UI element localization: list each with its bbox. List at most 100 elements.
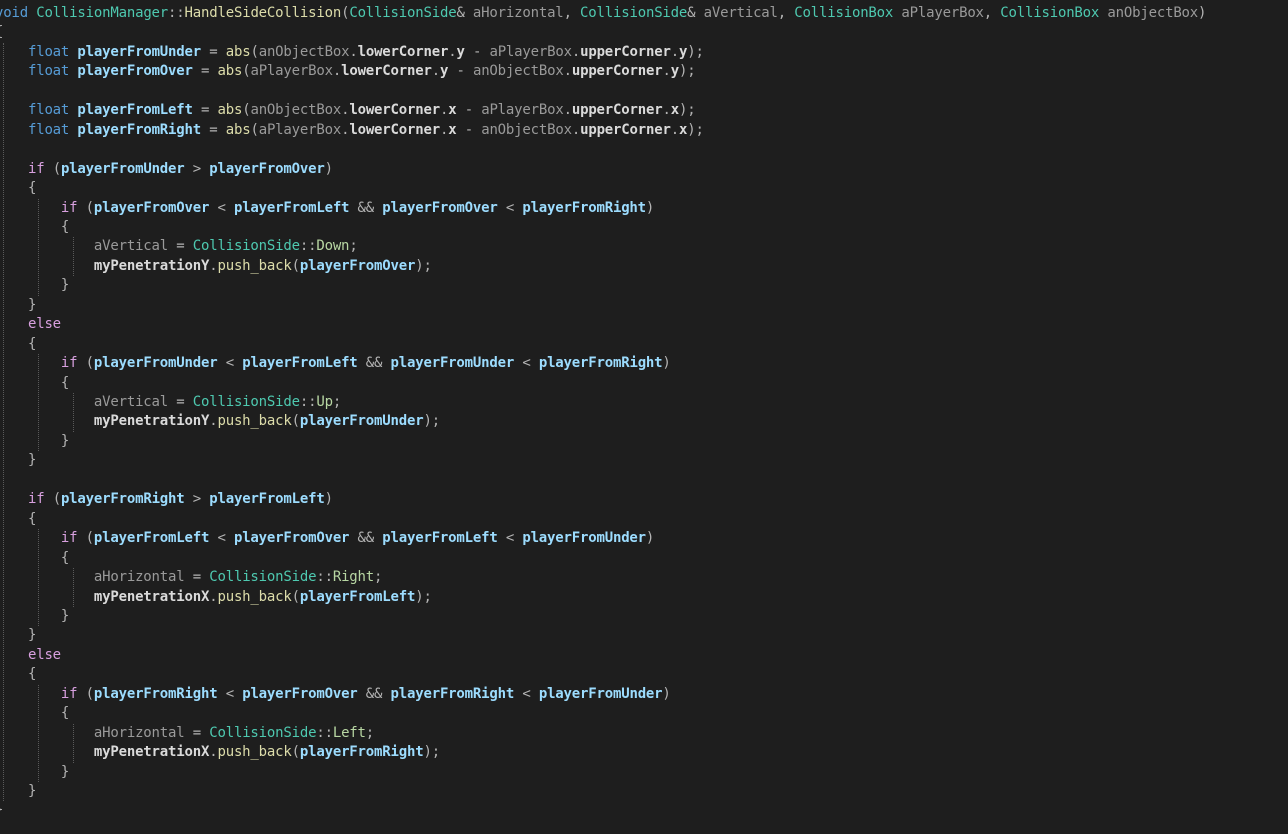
punctuation-token: ,: [983, 5, 1001, 21]
code-line[interactable]: if (playerFromUnder < playerFromLeft && …: [0, 354, 671, 373]
member-token: myPenetrationX: [93, 744, 210, 761]
variable-token: playerFromRight: [93, 685, 218, 702]
code-editor[interactable]: void CollisionManager::HandleSideCollisi…: [0, 0, 1288, 834]
code-line[interactable]: myPenetrationY.push_back(playerFromUnder…: [0, 412, 440, 431]
function-token: abs: [217, 63, 243, 80]
code-line[interactable]: float playerFromOver = abs(aPlayerBox.lo…: [0, 62, 696, 81]
punctuation-token: );: [678, 63, 696, 80]
code-line[interactable]: }: [0, 626, 36, 645]
variable-token: playerFromUnder: [538, 685, 663, 702]
member-token: y: [670, 63, 679, 80]
code-line[interactable]: else: [0, 646, 61, 665]
punctuation-token: );: [415, 588, 432, 605]
punctuation-token: [0, 725, 94, 741]
punctuation-token: {: [27, 335, 37, 352]
keyword-token: float: [27, 102, 70, 119]
code-line[interactable]: }: [0, 782, 36, 801]
punctuation-token: [0, 569, 94, 585]
code-line[interactable]: }: [0, 296, 36, 315]
punctuation-token: }: [0, 432, 70, 449]
punctuation-token: );: [415, 257, 432, 274]
parameter-token: anObjectBox: [1107, 5, 1199, 21]
enum-value-token: Left: [332, 724, 366, 741]
type-token: CollisionSide: [192, 238, 300, 255]
code-line[interactable]: }: [0, 607, 69, 626]
member-token: lowerCorner: [357, 43, 449, 60]
code-line[interactable]: aVertical = CollisionSide::Down;: [0, 237, 358, 256]
code-line[interactable]: }: [0, 276, 69, 295]
punctuation-token: }: [27, 296, 37, 313]
code-line[interactable]: }: [0, 801, 3, 820]
code-line[interactable]: float playerFromUnder = abs(anObjectBox.…: [0, 43, 704, 62]
punctuation-token: {: [27, 510, 37, 527]
code-line[interactable]: {: [0, 510, 36, 529]
punctuation-token: [0, 102, 28, 118]
type-token: CollisionBox: [794, 5, 894, 21]
code-line[interactable]: if (playerFromRight > playerFromLeft): [0, 490, 333, 509]
type-token: CollisionBox: [1000, 5, 1100, 21]
punctuation-token: );: [423, 413, 440, 430]
punctuation-token: (: [77, 199, 94, 216]
punctuation-token: ::: [168, 5, 185, 21]
punctuation-token: (: [291, 588, 300, 605]
code-line[interactable]: {: [0, 179, 36, 198]
punctuation-token: .: [439, 121, 449, 138]
punctuation-token: -: [464, 43, 490, 60]
code-line[interactable]: {: [0, 218, 69, 237]
code-line[interactable]: if (playerFromRight < playerFromOver && …: [0, 685, 671, 704]
code-line[interactable]: {: [0, 665, 36, 684]
punctuation-token: ): [645, 199, 655, 216]
code-line[interactable]: {: [0, 374, 69, 393]
code-line[interactable]: aHorizontal = CollisionSide::Left;: [0, 724, 374, 743]
code-line[interactable]: aVertical = CollisionSide::Up;: [0, 393, 341, 412]
function-token: push_back: [217, 588, 292, 605]
code-line[interactable]: }: [0, 451, 36, 470]
code-line[interactable]: {: [0, 549, 69, 568]
function-token: abs: [217, 102, 243, 119]
code-line[interactable]: {: [0, 335, 36, 354]
punctuation-token: .: [431, 63, 440, 80]
variable-token: playerFromOver: [233, 530, 350, 547]
type-token: CollisionSide: [192, 394, 300, 410]
variable-token: playerFromLeft: [382, 530, 498, 547]
variable-token: playerFromOver: [299, 257, 416, 274]
punctuation-token: <: [209, 199, 234, 216]
code-line[interactable]: if (playerFromLeft < playerFromOver && p…: [0, 529, 654, 548]
member-token: myPenetrationY: [93, 413, 210, 430]
punctuation-token: ::: [316, 724, 333, 741]
punctuation-token: ;: [374, 569, 383, 586]
punctuation-token: .: [662, 63, 671, 80]
keyword-token: void: [0, 5, 28, 21]
variable-token: playerFromRight: [538, 355, 663, 372]
code-line[interactable]: if (playerFromOver < playerFromLeft && p…: [0, 199, 654, 218]
code-line[interactable]: {: [0, 23, 3, 42]
variable-token: playerFromRight: [299, 744, 424, 761]
member-token: x: [670, 102, 679, 119]
code-line[interactable]: }: [0, 763, 69, 782]
code-line[interactable]: else: [0, 315, 61, 334]
code-line[interactable]: myPenetrationX.push_back(playerFromRight…: [0, 743, 440, 762]
code-line[interactable]: float playerFromLeft = abs(anObjectBox.l…: [0, 101, 696, 120]
punctuation-token: >: [184, 160, 210, 177]
punctuation-token: }: [0, 802, 3, 818]
punctuation-token: ;: [349, 238, 358, 255]
code-line[interactable]: {: [0, 704, 69, 723]
punctuation-token: (: [44, 491, 61, 508]
variable-token: playerFromUnder: [299, 413, 424, 430]
code-line[interactable]: aHorizontal = CollisionSide::Right;: [0, 568, 383, 587]
code-line[interactable]: myPenetrationY.push_back(playerFromOver)…: [0, 257, 432, 276]
punctuation-token: ;: [365, 724, 375, 741]
member-token: myPenetrationX: [93, 588, 210, 605]
punctuation-token: (: [291, 413, 300, 430]
code-line[interactable]: void CollisionManager::HandleSideCollisi…: [0, 4, 1206, 23]
variable-token: playerFromLeft: [77, 102, 193, 119]
variable-token: playerFromLeft: [209, 491, 325, 508]
code-line[interactable]: float playerFromRight = abs(aPlayerBox.l…: [0, 121, 704, 140]
code-line[interactable]: }: [0, 432, 69, 451]
punctuation-token: .: [439, 102, 449, 119]
punctuation-token: }: [27, 783, 37, 799]
code-line[interactable]: myPenetrationX.push_back(playerFromLeft)…: [0, 588, 432, 607]
punctuation-token: }: [27, 627, 37, 644]
member-token: y: [678, 43, 688, 60]
code-line[interactable]: if (playerFromUnder > playerFromOver): [0, 160, 333, 179]
